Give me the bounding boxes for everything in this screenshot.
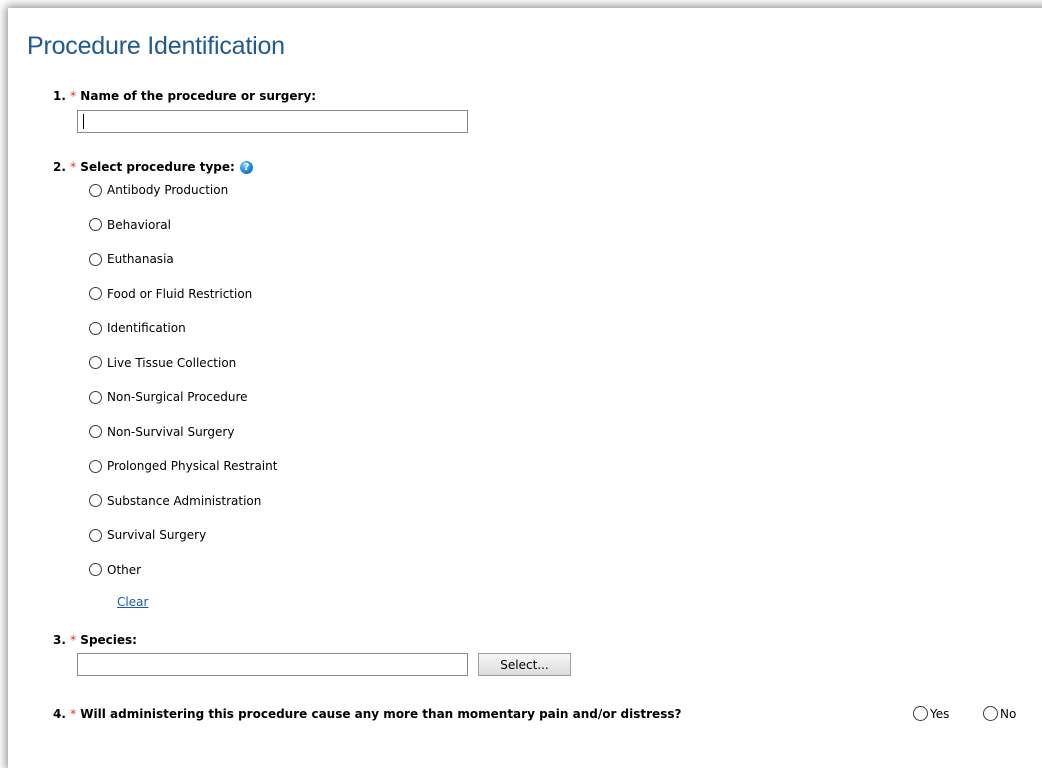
procedure-type-option-label: Prolonged Physical Restraint xyxy=(107,459,278,473)
procedure-type-option[interactable]: Substance Administration xyxy=(89,492,261,510)
q3-label: 3. * Species: xyxy=(53,633,137,647)
procedure-type-option[interactable]: Behavioral xyxy=(89,216,171,234)
radio-button[interactable] xyxy=(89,252,102,266)
procedure-type-option[interactable]: Antibody Production xyxy=(89,181,228,199)
radio-button[interactable] xyxy=(89,528,102,542)
q2-number: 2. xyxy=(53,160,66,174)
procedure-type-option[interactable]: Non-Survival Surgery xyxy=(89,423,234,441)
q4-label-text: Will administering this procedure cause … xyxy=(80,707,682,721)
procedure-type-option-label: Behavioral xyxy=(107,217,171,232)
radio-button[interactable] xyxy=(89,494,102,507)
q4-option-no[interactable]: No xyxy=(983,706,1016,721)
species-input[interactable] xyxy=(77,653,468,676)
radio-button[interactable] xyxy=(89,218,102,231)
procedure-type-option-label: Survival Surgery xyxy=(107,528,207,542)
radio-button[interactable] xyxy=(89,356,102,369)
q4-label: 4. * Will administering this procedure c… xyxy=(53,707,681,721)
page-title: Procedure Identification xyxy=(27,32,285,60)
radio-button[interactable] xyxy=(89,563,102,576)
procedure-type-option[interactable]: Prolonged Physical Restraint xyxy=(89,457,277,475)
procedure-type-option-label: Live Tissue Collection xyxy=(107,355,237,370)
q2-required-marker: * xyxy=(70,160,77,174)
procedure-type-option-label: Antibody Production xyxy=(107,183,229,197)
procedure-type-option[interactable]: Non-Surgical Procedure xyxy=(89,388,248,406)
q3-required-marker: * xyxy=(70,633,77,647)
procedure-type-option[interactable]: Survival Surgery xyxy=(89,526,206,544)
procedure-type-option-label: Substance Administration xyxy=(107,493,262,508)
procedure-type-option[interactable]: Euthanasia xyxy=(89,250,174,268)
text-caret xyxy=(83,114,84,129)
q2-label: 2. * Select procedure type: ? xyxy=(53,160,254,174)
q4-option-yes-label: Yes xyxy=(930,706,950,721)
procedure-type-option-label: Other xyxy=(107,562,142,577)
procedure-type-option[interactable]: Food or Fluid Restriction xyxy=(89,285,252,303)
procedure-type-option-label: Euthanasia xyxy=(107,252,174,266)
q4-number: 4. xyxy=(53,707,66,721)
clear-link[interactable]: Clear xyxy=(117,595,148,609)
radio-button[interactable] xyxy=(89,287,102,300)
q4-option-yes[interactable]: Yes xyxy=(913,706,949,721)
radio-button[interactable] xyxy=(89,425,102,438)
q1-label: 1. * Name of the procedure or surgery: xyxy=(53,89,316,103)
q1-number: 1. xyxy=(53,89,66,103)
radio-button[interactable] xyxy=(983,706,998,721)
species-select-button[interactable]: Select... xyxy=(478,653,571,676)
q4-required-marker: * xyxy=(70,707,77,721)
procedure-type-option-label: Identification xyxy=(107,321,186,335)
help-icon[interactable]: ? xyxy=(240,161,254,174)
procedure-type-option[interactable]: Live Tissue Collection xyxy=(89,354,236,372)
q3-label-text: Species: xyxy=(80,633,137,647)
procedure-name-input[interactable] xyxy=(77,110,468,133)
q1-required-marker: * xyxy=(70,89,77,103)
q1-label-text: Name of the procedure or surgery: xyxy=(80,89,317,103)
procedure-type-option-label: Non-Surgical Procedure xyxy=(107,390,248,404)
q4-option-no-label: No xyxy=(1000,706,1017,721)
radio-button[interactable] xyxy=(89,390,102,404)
radio-button[interactable] xyxy=(89,321,102,335)
radio-button[interactable] xyxy=(89,183,102,197)
q2-label-text: Select procedure type: xyxy=(80,160,235,174)
procedure-type-option-label: Non-Survival Surgery xyxy=(107,424,235,439)
procedure-type-option[interactable]: Other xyxy=(89,561,141,579)
radio-button[interactable] xyxy=(89,459,102,473)
procedure-type-option-label: Food or Fluid Restriction xyxy=(107,286,253,301)
q3-number: 3. xyxy=(53,633,66,647)
radio-button[interactable] xyxy=(913,706,928,721)
procedure-type-option[interactable]: Identification xyxy=(89,319,186,337)
